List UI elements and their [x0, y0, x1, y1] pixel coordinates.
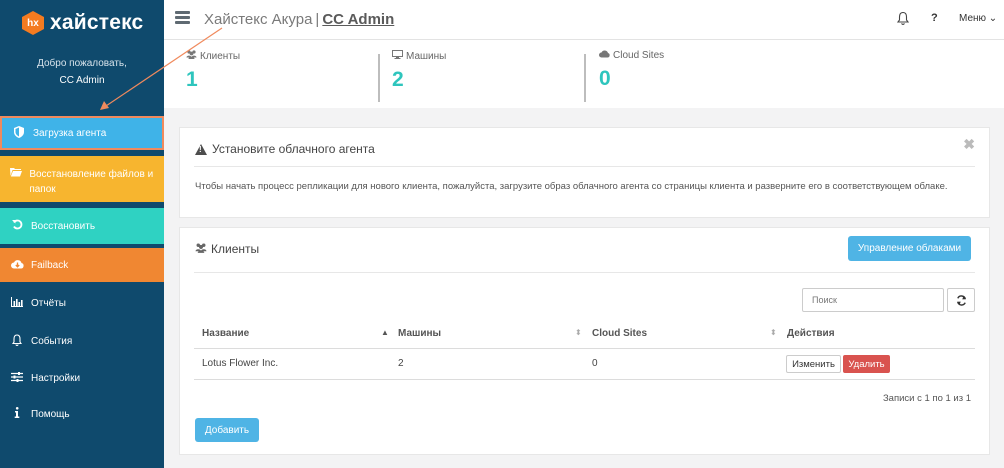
- sidebar-item-restore[interactable]: Восстановить: [0, 208, 164, 244]
- sidebar-item-agent-download[interactable]: Загрузка агента: [0, 116, 164, 150]
- stat-label: Cloud Sites: [613, 50, 665, 61]
- stat-label: Машины: [406, 50, 447, 62]
- header-menu-dropdown[interactable]: Меню ⌄: [959, 13, 997, 24]
- column-header-name[interactable]: Название: [202, 328, 249, 339]
- search-input[interactable]: [802, 288, 944, 312]
- stat-value: 2: [392, 68, 404, 91]
- clients-title-text: Клиенты: [211, 242, 260, 256]
- column-header-actions: Действия: [787, 328, 835, 339]
- hamburger-menu-icon[interactable]: [175, 11, 190, 24]
- column-header-machines[interactable]: Машины: [398, 328, 441, 339]
- sidebar-item-help[interactable]: Помощь: [0, 397, 164, 431]
- bell-icon: [10, 333, 24, 349]
- users-icon: [186, 50, 197, 62]
- top-header: Хайстекс Акура | CC Admin ? Меню ⌄: [164, 0, 1004, 40]
- clients-panel: Клиенты Управление облаками Название ▲ М…: [179, 227, 990, 455]
- stat-clients: Клиенты 1: [186, 50, 240, 92]
- stat-label: Клиенты: [200, 50, 241, 62]
- divider: [194, 166, 975, 167]
- edit-button[interactable]: Изменить: [786, 355, 841, 373]
- stat-value: 1: [186, 68, 198, 91]
- sidebar-item-label: Восстановление файлов и папок: [29, 169, 154, 195]
- sidebar-item-label: Отчёты: [31, 297, 66, 309]
- refresh-button[interactable]: [947, 288, 975, 312]
- logo-text: хайстекс: [50, 11, 144, 34]
- sidebar-username: CC Admin: [59, 75, 105, 86]
- divider: [194, 272, 975, 273]
- sidebar-item-settings[interactable]: Настройки: [0, 361, 164, 395]
- stat-divider: [378, 54, 380, 102]
- bar-chart-icon: [10, 296, 24, 310]
- stat-cloud-sites: Cloud Sites 0: [599, 50, 664, 91]
- sort-icon[interactable]: ⬍: [575, 328, 582, 337]
- folder-icon: [10, 167, 23, 180]
- close-icon[interactable]: ✖: [963, 136, 975, 153]
- cloud-icon: [599, 50, 610, 61]
- cell-cloud-sites: 0: [592, 358, 598, 369]
- notifications-bell-icon[interactable]: [896, 11, 911, 27]
- sidebar: hx хайстекс Добро пожаловать, CC Admin З…: [0, 0, 164, 468]
- stat-machines: Машины 2: [392, 50, 446, 92]
- logo-hex-icon: hx: [22, 11, 44, 35]
- help-question-icon[interactable]: ?: [931, 12, 938, 24]
- shield-icon: [12, 125, 26, 141]
- alert-message: Чтобы начать процесс репликации для ново…: [195, 181, 948, 192]
- clients-panel-title: Клиенты: [195, 242, 259, 256]
- info-icon: [10, 407, 24, 421]
- sidebar-item-events[interactable]: События: [0, 324, 164, 358]
- title-separator: |: [315, 11, 320, 28]
- stat-divider: [584, 54, 586, 102]
- sidebar-item-label: Восстановить: [31, 220, 96, 232]
- cell-client-name[interactable]: Lotus Flower Inc.: [202, 358, 278, 369]
- logo[interactable]: hx хайстекс: [22, 10, 143, 36]
- table-header-divider: [194, 348, 975, 349]
- sidebar-item-reports[interactable]: Отчёты: [0, 286, 164, 320]
- cell-machines: 2: [398, 358, 404, 369]
- table-row-divider: [194, 379, 975, 380]
- warning-icon: [195, 143, 207, 155]
- header-title: Хайстекс Акура | CC Admin: [204, 11, 394, 28]
- sidebar-item-label: Failback: [31, 259, 69, 271]
- alert-title: Установите облачного агента: [195, 142, 375, 156]
- undo-icon: [10, 219, 24, 233]
- records-info: Записи с 1 по 1 из 1: [882, 393, 971, 404]
- sidebar-item-label: Загрузка агента: [33, 127, 107, 139]
- stat-value: 0: [599, 67, 611, 90]
- sidebar-item-label: События: [31, 335, 73, 347]
- stats-bar: Клиенты 1 Машины 2 Cloud Sites 0: [164, 40, 1004, 108]
- monitor-icon: [392, 50, 403, 62]
- delete-button[interactable]: Удалить: [843, 355, 890, 373]
- sidebar-item-label: Помощь: [31, 408, 70, 420]
- manage-clouds-button[interactable]: Управление облаками: [848, 236, 971, 261]
- users-icon: [195, 243, 207, 256]
- admin-link[interactable]: CC Admin: [322, 11, 394, 28]
- welcome-text: Добро пожаловать,: [37, 58, 127, 69]
- alert-title-text: Установите облачного агента: [212, 142, 375, 156]
- refresh-icon: [956, 294, 966, 306]
- column-header-cloud-sites[interactable]: Cloud Sites: [592, 328, 647, 339]
- sliders-icon: [10, 371, 24, 385]
- organization-name: Хайстекс Акура: [204, 11, 313, 28]
- sort-asc-icon[interactable]: ▲: [381, 328, 389, 337]
- install-agent-alert: Установите облачного агента ✖ Чтобы нача…: [179, 127, 990, 218]
- add-client-button[interactable]: Добавить: [195, 418, 259, 442]
- cloud-download-icon: [10, 259, 24, 272]
- sort-icon[interactable]: ⬍: [770, 328, 777, 337]
- sidebar-item-failback[interactable]: Failback: [0, 248, 164, 282]
- sidebar-item-file-recovery[interactable]: Восстановление файлов и папок: [0, 156, 164, 202]
- sidebar-item-label: Настройки: [31, 372, 81, 384]
